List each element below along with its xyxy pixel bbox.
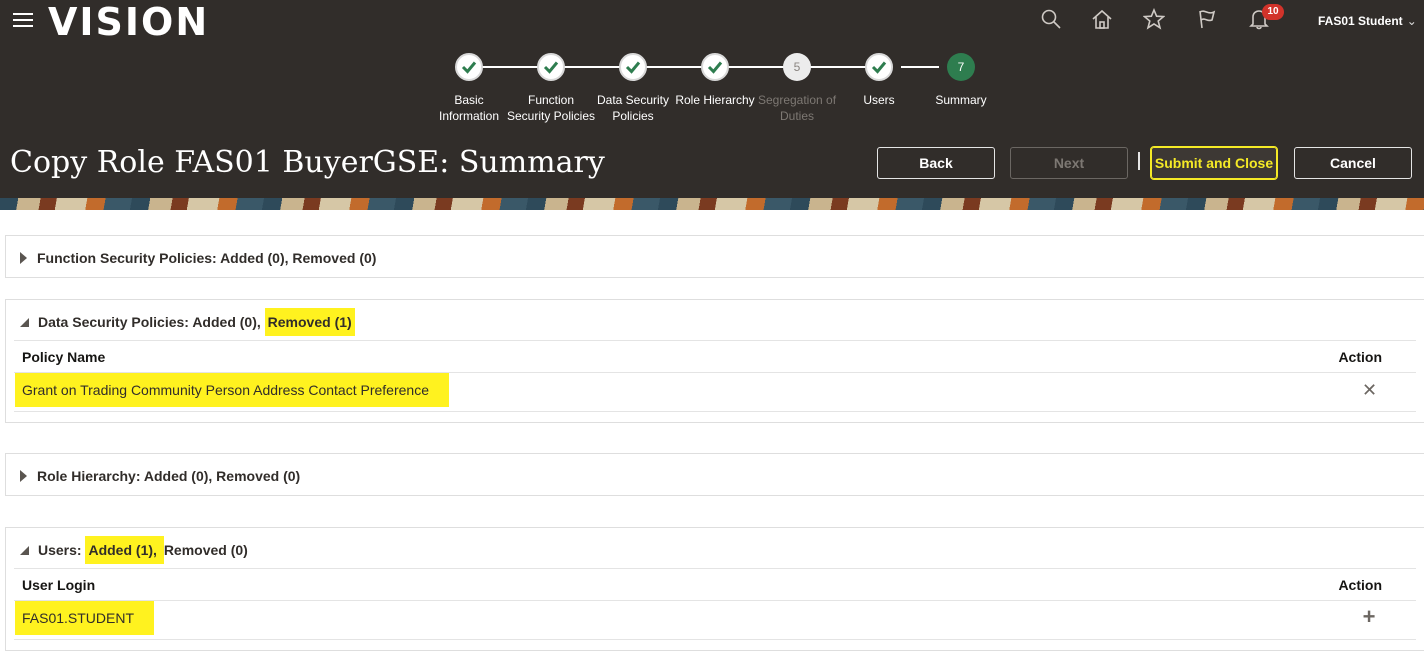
train-connector bbox=[564, 66, 620, 68]
table-header-row: Policy Name Action bbox=[14, 340, 1416, 373]
flag-icon[interactable] bbox=[1196, 8, 1222, 34]
section-title: Data Security Policies: Added (0), bbox=[38, 314, 265, 330]
check-icon bbox=[461, 61, 477, 74]
submit-and-close-button[interactable]: Submit and Close bbox=[1150, 146, 1278, 180]
user-menu[interactable]: FAS01 Student ⌄ bbox=[1318, 14, 1417, 28]
collapse-icon bbox=[20, 546, 29, 555]
decorative-banner bbox=[0, 198, 1424, 210]
notification-badge: 10 bbox=[1262, 4, 1284, 20]
home-icon[interactable] bbox=[1091, 8, 1117, 34]
section-title-highlight: Removed (1) bbox=[264, 308, 355, 336]
train-stop-segregation-of-duties: 5 bbox=[783, 53, 811, 81]
table-header-row: User Login Action bbox=[14, 568, 1416, 601]
check-icon bbox=[707, 61, 723, 74]
global-header: VISION 10 FAS01 Student ⌄ 5 7 Basic Info… bbox=[0, 0, 1424, 198]
train-stop-users[interactable] bbox=[865, 53, 893, 81]
policy-name-cell: Grant on Trading Community Person Addres… bbox=[15, 373, 449, 407]
column-header-policy-name[interactable]: Policy Name bbox=[22, 349, 105, 365]
collapse-icon bbox=[20, 318, 29, 327]
train-stop-basic-information[interactable] bbox=[455, 53, 483, 81]
search-icon[interactable] bbox=[1040, 8, 1066, 34]
column-header-action: Action bbox=[1338, 349, 1382, 365]
expand-icon bbox=[20, 252, 27, 264]
train-stop-role-hierarchy[interactable] bbox=[701, 53, 729, 81]
column-header-action: Action bbox=[1338, 577, 1382, 593]
section-title: Users: bbox=[38, 542, 86, 558]
check-icon bbox=[625, 61, 641, 74]
role-hierarchy-panel: Role Hierarchy: Added (0), Removed (0) bbox=[5, 453, 1424, 496]
next-button: Next bbox=[1010, 147, 1128, 179]
button-divider bbox=[1138, 152, 1140, 170]
data-security-policies-panel: Data Security Policies: Added (0), Remov… bbox=[5, 299, 1424, 423]
expand-icon bbox=[20, 470, 27, 482]
users-header[interactable]: Users: Added (1), Removed (0) bbox=[20, 536, 248, 564]
train-label-line: Policies bbox=[612, 109, 654, 123]
table-row[interactable]: FAS01.STUDENT + bbox=[14, 601, 1416, 640]
navigator-menu-icon[interactable] bbox=[13, 13, 33, 29]
section-title-highlight: Added (1), bbox=[85, 536, 164, 564]
page-title: Copy Role FAS01 BuyerGSE: Summary bbox=[10, 145, 605, 180]
check-icon bbox=[871, 61, 887, 74]
section-title: Function Security Policies: Added (0), R… bbox=[37, 250, 377, 266]
train-connector bbox=[728, 66, 784, 68]
function-security-policies-panel: Function Security Policies: Added (0), R… bbox=[5, 235, 1424, 278]
bell-icon[interactable]: 10 bbox=[1248, 4, 1284, 34]
back-button[interactable]: Back bbox=[877, 147, 995, 179]
section-title-suffix: Removed (0) bbox=[163, 542, 248, 558]
data-security-policies-header[interactable]: Data Security Policies: Added (0), Remov… bbox=[20, 308, 355, 336]
star-icon[interactable] bbox=[1142, 7, 1169, 34]
train-label-line: Summary bbox=[935, 93, 987, 107]
role-hierarchy-header[interactable]: Role Hierarchy: Added (0), Removed (0) bbox=[20, 468, 300, 484]
plus-icon[interactable]: + bbox=[1362, 606, 1376, 628]
column-header-user-login[interactable]: User Login bbox=[22, 577, 95, 593]
function-security-policies-header[interactable]: Function Security Policies: Added (0), R… bbox=[20, 250, 376, 266]
train-label-line: Duties bbox=[779, 109, 814, 123]
chevron-down-icon: ⌄ bbox=[1406, 14, 1417, 28]
train-connector bbox=[810, 66, 866, 68]
cancel-button[interactable]: Cancel bbox=[1294, 147, 1412, 179]
user-login-cell: FAS01.STUDENT bbox=[15, 601, 155, 635]
train-label-summary[interactable]: Summary bbox=[911, 92, 1011, 108]
train-connector bbox=[901, 66, 939, 68]
section-title: Role Hierarchy: Added (0), Removed (0) bbox=[37, 468, 301, 484]
user-name: FAS01 Student bbox=[1318, 14, 1403, 28]
close-icon[interactable]: ✕ bbox=[1362, 381, 1377, 399]
app-logo: VISION bbox=[48, 0, 210, 44]
train-connector bbox=[482, 66, 538, 68]
table-row[interactable]: Grant on Trading Community Person Addres… bbox=[14, 373, 1416, 412]
train-connector bbox=[646, 66, 702, 68]
train-stop-function-security-policies[interactable] bbox=[537, 53, 565, 81]
train-stop-summary[interactable]: 7 bbox=[947, 53, 975, 81]
check-icon bbox=[543, 61, 559, 74]
users-panel: Users: Added (1), Removed (0) User Login… bbox=[5, 527, 1424, 651]
train-stop-data-security-policies[interactable] bbox=[619, 53, 647, 81]
